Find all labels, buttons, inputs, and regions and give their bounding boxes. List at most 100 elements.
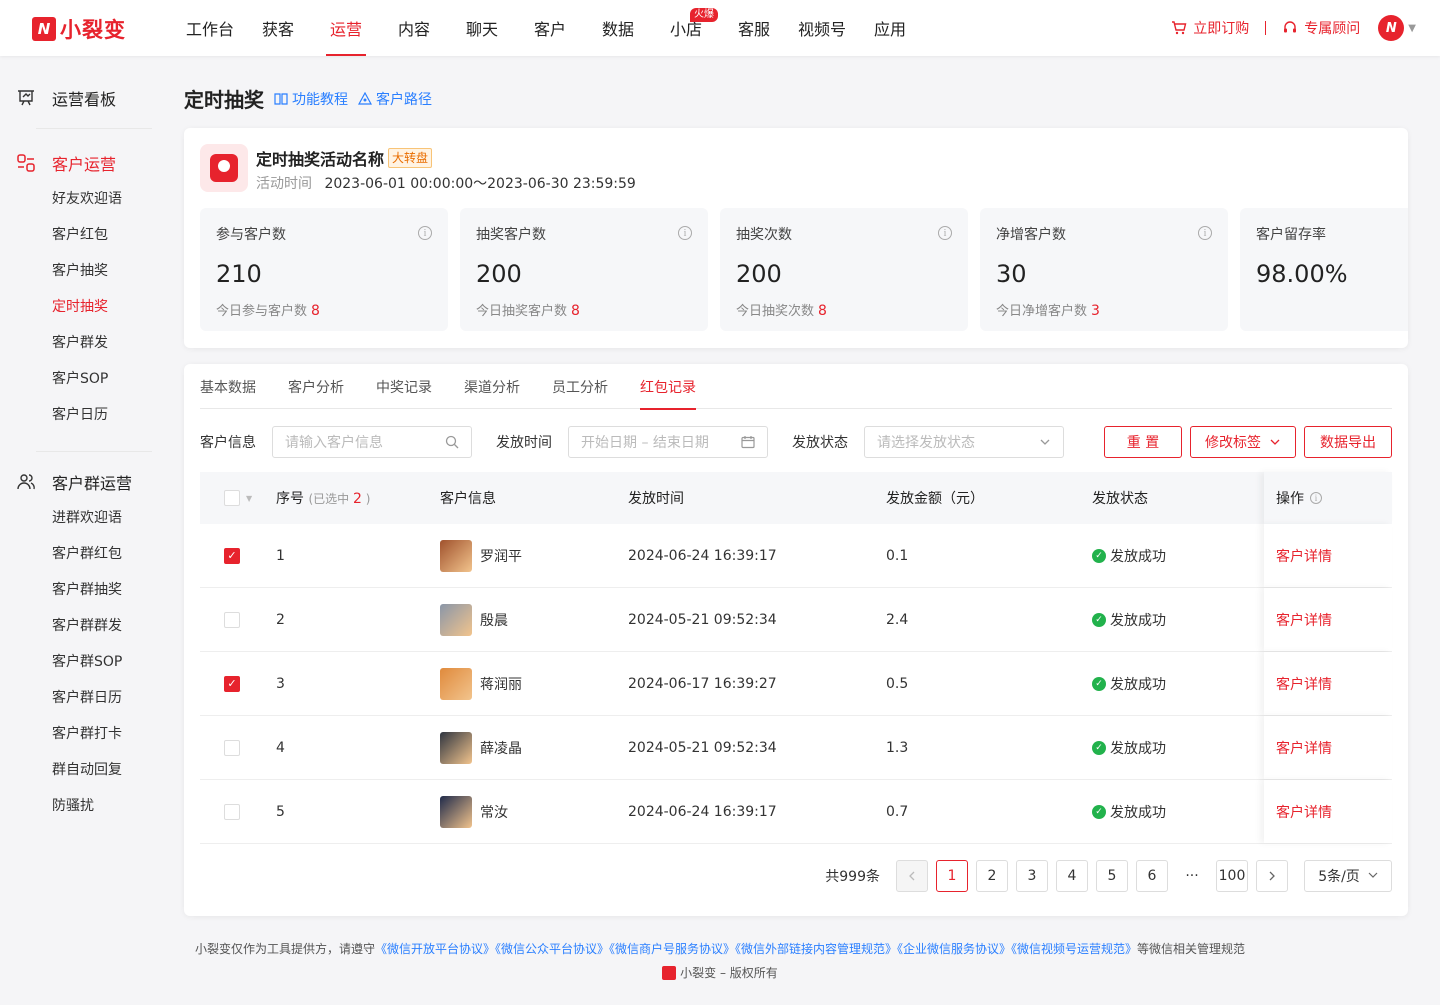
col-seq-label: 序号 — [276, 491, 304, 507]
tab-2[interactable]: 中奖记录 — [376, 364, 432, 409]
sidebar-item-group-ops[interactable]: 客户群运营 — [16, 470, 168, 494]
page-button-4[interactable]: 4 — [1056, 860, 1088, 892]
caret-down-icon[interactable]: ▼ — [246, 494, 252, 503]
agreement-link[interactable]: 《微信视频号运营规范》 — [1011, 942, 1137, 956]
page-button-last[interactable]: 100 — [1216, 860, 1248, 892]
tab-4[interactable]: 员工分析 — [552, 364, 608, 409]
sidebar-item-customer-ops-3[interactable]: 定时抽奖 — [16, 289, 168, 325]
customer-name: 蒋润丽 — [480, 676, 522, 693]
stat-label: 净增客户数 — [996, 227, 1066, 243]
customer-detail-link[interactable]: 客户详情 — [1264, 780, 1392, 843]
row-user: 薛凌晶 — [440, 731, 616, 764]
sidebar-item-customer-ops-2[interactable]: 客户抽奖 — [16, 253, 168, 289]
tab-3[interactable]: 渠道分析 — [464, 364, 520, 409]
agreement-link[interactable]: 《微信公众平台协议》 — [495, 942, 609, 956]
sidebar-item-customer-ops-1[interactable]: 客户红包 — [16, 217, 168, 253]
customer-detail-link[interactable]: 客户详情 — [1264, 588, 1392, 651]
row-checkbox[interactable] — [224, 611, 240, 628]
row-time: 2024-05-21 09:52:34 — [628, 739, 777, 756]
sidebar-group-ops-list: 进群欢迎语 客户群红包 客户群抽奖 客户群群发 客户群SOP 客户群日历 客户群打卡 群自动回… — [16, 500, 168, 824]
agreement-link[interactable]: 《微信开放平台协议》 — [375, 942, 495, 956]
agreement-link[interactable]: 《微信外部链接内容管理规范》 — [735, 942, 897, 956]
reset-button[interactable]: 重 置 — [1104, 426, 1182, 458]
sidebar-item-customer-ops[interactable]: 客户运营 — [16, 151, 168, 175]
date-range-picker[interactable]: 开始日期 – 结束日期 — [568, 426, 768, 458]
sidebar-item-customer-ops-4[interactable]: 客户群发 — [16, 325, 168, 361]
export-button[interactable]: 数据导出 — [1304, 426, 1392, 458]
sidebar-item-group-ops-3[interactable]: 客户群群发 — [16, 608, 168, 644]
sidebar-item-group-ops-5[interactable]: 客户群日历 — [16, 680, 168, 716]
page-button-6[interactable]: 6 — [1136, 860, 1168, 892]
customer-search-input[interactable]: 请输入客户信息 — [272, 426, 472, 458]
row-checkbox[interactable]: ✓ — [224, 547, 240, 564]
status-select[interactable]: 请选择发放状态 — [864, 426, 1064, 458]
top-bar: N 小裂变 工作台 获客 运营 内容 聊天 客户 数据 小店 火爆 客服 视频号 应用 立即订购 专属… — [0, 0, 1440, 56]
nav-item-5[interactable]: 客户 — [516, 0, 584, 56]
select-all-checkbox[interactable] — [224, 490, 240, 506]
advisor-link[interactable]: 专属顾问 — [1282, 18, 1360, 38]
stat-sub-label: 今日抽奖次数 — [736, 304, 815, 319]
nav-item-1[interactable]: 获客 — [244, 0, 312, 56]
row-checkbox[interactable] — [224, 739, 240, 756]
pager-ellipsis[interactable]: ··· — [1176, 868, 1208, 884]
nav-item-6[interactable]: 数据 — [584, 0, 652, 56]
chevron-down-icon[interactable]: ▼ — [1408, 23, 1416, 34]
tutorial-link[interactable]: 功能教程 — [274, 89, 348, 109]
customer-detail-link[interactable]: 客户详情 — [1264, 524, 1392, 587]
row-checkbox[interactable]: ✓ — [224, 675, 240, 692]
sidebar-item-group-ops-7[interactable]: 群自动回复 — [16, 752, 168, 788]
sidebar-item-group-ops-4[interactable]: 客户群SOP — [16, 644, 168, 680]
nav-item-10[interactable]: 应用 — [856, 0, 924, 56]
nav-item-9[interactable]: 视频号 — [788, 0, 856, 56]
page-button-5[interactable]: 5 — [1096, 860, 1128, 892]
row-checkbox-cell — [200, 739, 264, 756]
info-icon[interactable]: i — [418, 226, 432, 240]
info-icon[interactable]: i — [678, 226, 692, 240]
tab-0[interactable]: 基本数据 — [200, 364, 256, 409]
nav-item-4[interactable]: 聊天 — [448, 0, 516, 56]
sidebar-item-customer-ops-0[interactable]: 好友欢迎语 — [16, 181, 168, 217]
nav-item-0[interactable]: 工作台 — [176, 0, 244, 56]
next-page-button[interactable] — [1256, 860, 1288, 892]
page-button-2[interactable]: 2 — [976, 860, 1008, 892]
brand-logo[interactable]: N 小裂变 — [32, 14, 126, 44]
info-icon[interactable]: i — [1310, 492, 1322, 504]
page-button-3[interactable]: 3 — [1016, 860, 1048, 892]
sidebar-item-group-ops-0[interactable]: 进群欢迎语 — [16, 500, 168, 536]
sidebar-item-customer-ops-5[interactable]: 客户SOP — [16, 361, 168, 397]
prev-page-button[interactable] — [896, 860, 928, 892]
agreement-link[interactable]: 《微信商户号服务协议》 — [609, 942, 735, 956]
tab-5[interactable]: 红包记录 — [640, 364, 696, 410]
stat-label: 抽奖次数 — [736, 227, 792, 243]
modify-tag-button[interactable]: 修改标签 — [1190, 426, 1296, 458]
page-size-select[interactable]: 5条/页 — [1304, 860, 1392, 892]
customer-filter-label: 客户信息 — [200, 435, 256, 451]
page-button-1[interactable]: 1 — [936, 860, 968, 892]
tab-1[interactable]: 客户分析 — [288, 364, 344, 409]
nav-item-3[interactable]: 内容 — [380, 0, 448, 56]
sidebar-item-board[interactable]: 运营看板 — [16, 86, 168, 110]
nav-item-8[interactable]: 客服 — [720, 0, 788, 56]
agreement-link[interactable]: 《企业微信服务协议》 — [897, 942, 1011, 956]
sidebar-item-group-ops-8[interactable]: 防骚扰 — [16, 788, 168, 824]
row-checkbox[interactable] — [224, 803, 240, 820]
sidebar-item-group-ops-1[interactable]: 客户群红包 — [16, 536, 168, 572]
sidebar-item-group-ops-6[interactable]: 客户群打卡 — [16, 716, 168, 752]
sidebar-customer-ops-group: 客户运营 好友欢迎语 客户红包 客户抽奖 定时抽奖 客户群发 客户SOP 客户日历 — [0, 151, 168, 433]
row-time: 2024-06-24 16:39:17 — [628, 547, 777, 564]
order-label: 立即订购 — [1193, 21, 1250, 37]
row-user: 罗润平 — [440, 539, 616, 572]
info-icon[interactable]: i — [938, 226, 952, 240]
row-checkbox-cell: ✓ — [200, 547, 264, 564]
sidebar-item-group-ops-2[interactable]: 客户群抽奖 — [16, 572, 168, 608]
customer-path-link[interactable]: 客户路径 — [358, 89, 432, 109]
order-link[interactable]: 立即订购 — [1171, 18, 1249, 38]
info-icon[interactable]: i — [1198, 226, 1212, 240]
nav-item-7[interactable]: 小店 火爆 — [652, 0, 720, 56]
nav-item-2[interactable]: 运营 — [312, 0, 380, 56]
stat-sub: 今日抽奖次数 8 — [736, 300, 952, 319]
user-avatar[interactable]: N — [1378, 15, 1405, 41]
customer-detail-link[interactable]: 客户详情 — [1264, 716, 1392, 779]
customer-detail-link[interactable]: 客户详情 — [1264, 652, 1392, 715]
sidebar-item-customer-ops-6[interactable]: 客户日历 — [16, 397, 168, 433]
